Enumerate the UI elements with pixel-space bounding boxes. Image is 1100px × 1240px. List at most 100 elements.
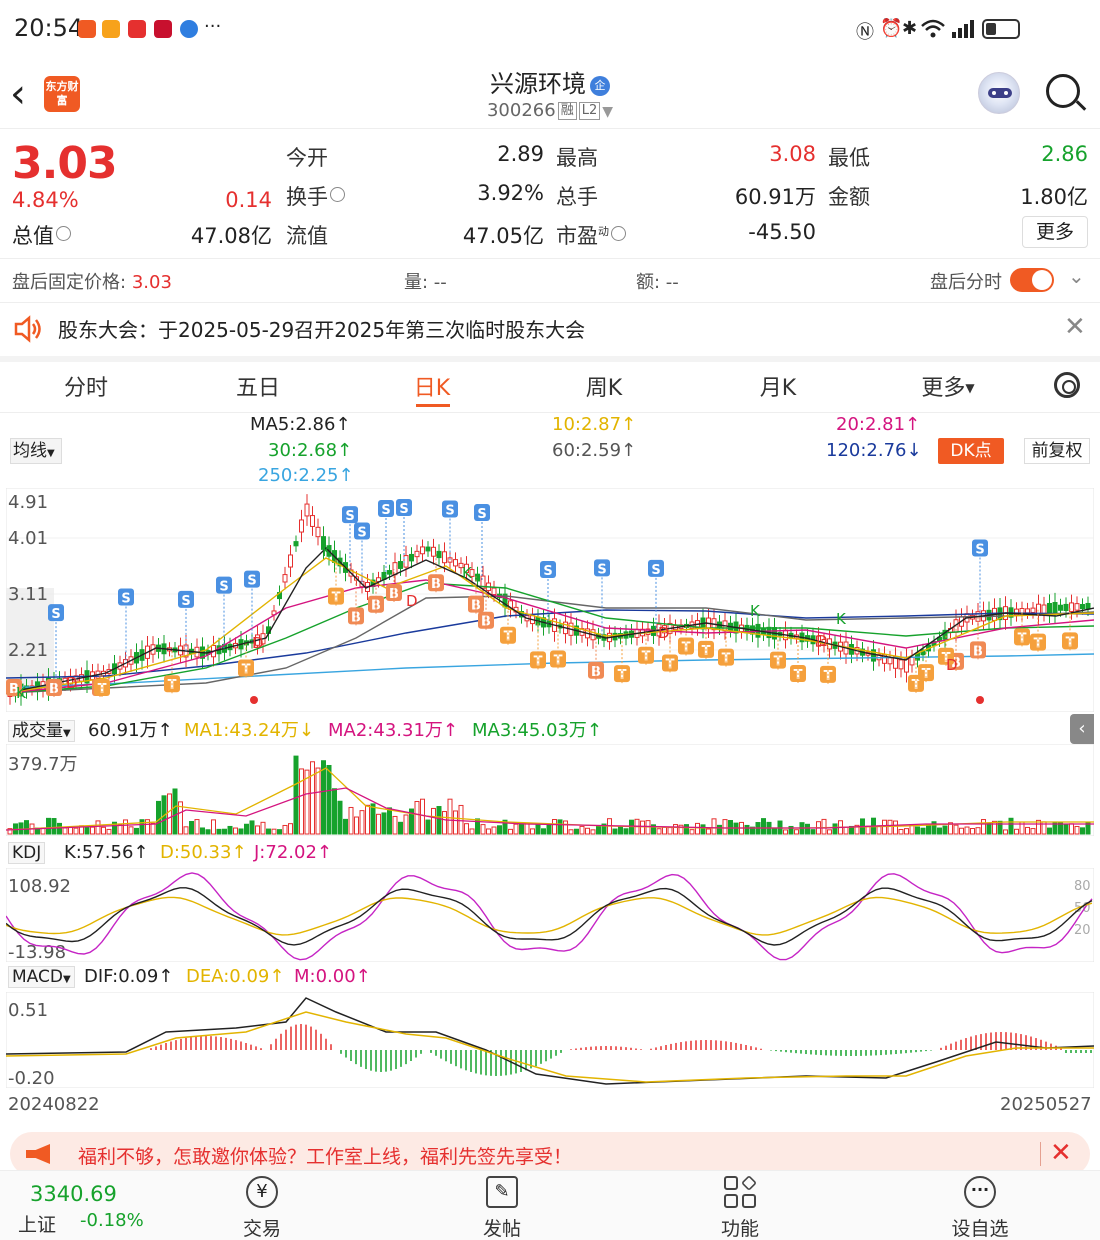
volume-bar — [233, 827, 238, 835]
volume-bar — [288, 823, 293, 835]
candle — [414, 550, 420, 558]
volume-bar — [640, 820, 645, 835]
nav-watchlist[interactable]: ··· 设自选 — [920, 1176, 1040, 1240]
adjust-mode-button[interactable]: 前复权 — [1024, 438, 1090, 464]
volume-bar — [321, 760, 326, 835]
kline-chart[interactable]: 4.91 4.01 3.11 2.21 SS SS SSSS S S SS S SSB BBBB… — [6, 488, 1094, 712]
sell-signal-marker: S — [118, 588, 134, 607]
nav-functions[interactable]: 功能 — [680, 1175, 800, 1240]
after-hours-toggle[interactable] — [1010, 268, 1054, 292]
chevron-down-icon[interactable]: ⌄ — [1068, 264, 1085, 288]
info-icon[interactable] — [611, 226, 626, 241]
volume-bar — [255, 825, 260, 835]
tab-timeshare[interactable]: 分时 — [26, 370, 146, 402]
nav-trade[interactable]: ¥ 交易 — [202, 1176, 322, 1240]
kdj-chart[interactable]: 108.92 -13.98 80 50 20 — [6, 868, 1094, 962]
sell-signal-marker: S — [48, 604, 64, 622]
volume-bar — [68, 826, 73, 835]
volume-bar — [893, 820, 898, 835]
amount-value: 1.80亿 — [1020, 185, 1088, 209]
info-icon[interactable] — [56, 226, 71, 241]
more-quote-button[interactable]: 更多 — [1022, 216, 1088, 248]
ma10-legend: 10:2.87↑ — [552, 414, 637, 435]
edit-icon: ✎ — [486, 1176, 518, 1208]
candle — [310, 515, 315, 527]
yuan-icon: ¥ — [246, 1176, 278, 1208]
assistant-avatar[interactable] — [978, 72, 1020, 114]
volume-chart[interactable]: 379.7万 — [6, 744, 1094, 836]
volume-select[interactable]: 成交量▼ — [8, 716, 75, 742]
info-icon[interactable] — [330, 187, 345, 202]
promo-text[interactable]: 福利不够，怎敢邀你体验？工作室上线，福利先签先享受！ — [78, 1142, 572, 1169]
open-label: 今开 — [286, 146, 328, 170]
volume-bar — [271, 828, 277, 835]
index-value[interactable]: 3340.69 — [30, 1182, 117, 1206]
volume-bar — [189, 821, 194, 835]
kdj-select[interactable]: KDJ — [8, 842, 46, 864]
candle — [1041, 604, 1047, 614]
volume-bar — [530, 828, 535, 835]
volume-bar — [431, 807, 436, 835]
divider — [0, 258, 1100, 259]
dk-point-button[interactable]: DK点 — [938, 438, 1004, 464]
index-change-pct[interactable]: -0.18% — [80, 1210, 144, 1231]
volume-bar — [18, 822, 24, 835]
volume-bar — [1080, 827, 1085, 835]
tab-more[interactable]: 更多▼ — [888, 370, 1008, 402]
volume-bar — [585, 827, 590, 835]
tab-monthly-k[interactable]: 月K — [718, 370, 838, 402]
candle — [409, 553, 414, 562]
dropdown-arrow-icon[interactable]: ▼ — [602, 104, 613, 120]
volume-bar — [1014, 828, 1019, 835]
after-hours-price: 盘后固定价格: 3.03 — [12, 272, 172, 293]
wifi-icon — [921, 19, 945, 38]
volume-bar — [915, 826, 920, 835]
volume-bar — [260, 821, 266, 835]
volume-ma2: MA2:43.31万↑ — [328, 720, 458, 741]
macd-chart[interactable]: 0.51 -0.20 — [6, 992, 1094, 1088]
k-signal-marker: K — [836, 610, 847, 628]
volume-bar — [618, 825, 623, 835]
volume-bar — [167, 793, 172, 835]
volume-bar — [139, 819, 145, 835]
volume-bar — [541, 828, 546, 835]
volume-bar — [728, 820, 733, 835]
expand-panel-icon[interactable]: ‹ — [1070, 714, 1094, 744]
candle — [282, 574, 288, 583]
tab-weekly-k[interactable]: 周K — [544, 370, 664, 402]
volume-bar — [981, 819, 986, 835]
tab-daily-k[interactable]: 日K — [372, 370, 492, 402]
app-notification-icon — [78, 20, 96, 38]
sell-signal-marker: S — [594, 559, 610, 577]
search-icon[interactable] — [1046, 74, 1080, 108]
volume-bar — [491, 826, 497, 835]
volume-bar — [299, 768, 304, 835]
candle — [293, 541, 299, 547]
candle — [442, 551, 447, 564]
svg-text:S: S — [121, 592, 130, 607]
close-icon[interactable]: ✕ — [1064, 312, 1086, 342]
ma-select[interactable]: 均线▼ — [10, 438, 62, 464]
gear-icon[interactable] — [1054, 372, 1080, 398]
volume-bar — [992, 820, 997, 835]
corp-badge: 企 — [590, 76, 610, 96]
volume-label: 总手 — [556, 185, 598, 209]
volume-bar — [134, 827, 139, 835]
volume-bar — [937, 827, 942, 835]
close-icon[interactable]: ✕ — [1050, 1138, 1072, 1168]
change-amount: 0.14 — [225, 188, 272, 212]
stock-code: 300266 — [486, 100, 556, 121]
macd-select[interactable]: MACD▼ — [8, 966, 75, 988]
amount-label: 金额 — [828, 185, 870, 209]
tab-five-day[interactable]: 五日 — [198, 370, 318, 402]
volume-bar — [590, 829, 596, 835]
notice-text[interactable]: 股东大会：于2025-05-29召开2025年第三次临时股东大会 — [58, 314, 585, 343]
candle — [1063, 603, 1069, 612]
sell-signal-marker: S — [342, 506, 358, 524]
index-name[interactable]: 上证 — [18, 1210, 56, 1237]
volume-bar — [469, 828, 475, 835]
svg-text:S: S — [477, 507, 486, 522]
svg-text:S: S — [651, 563, 660, 578]
nav-post[interactable]: ✎ 发帖 — [442, 1176, 562, 1240]
sell-signal-marker: S — [972, 539, 988, 558]
